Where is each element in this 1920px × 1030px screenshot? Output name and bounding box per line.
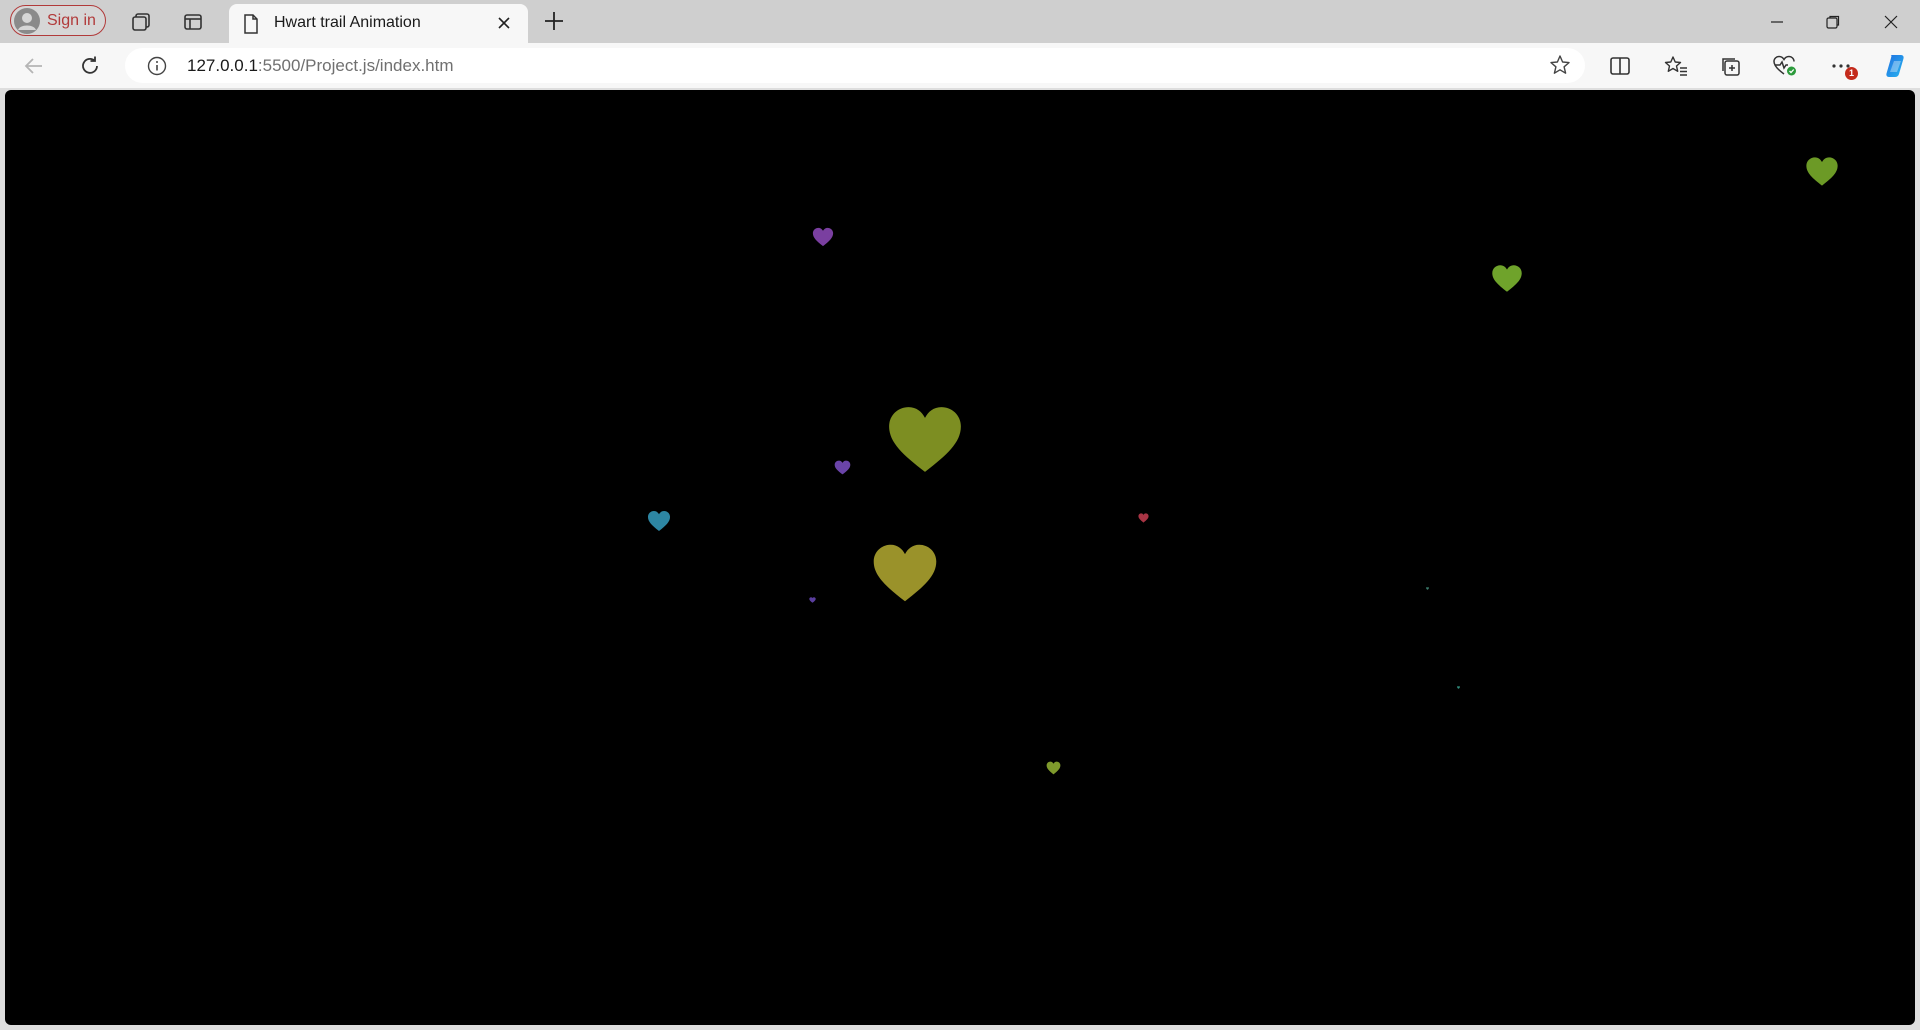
restore-button[interactable] xyxy=(1820,9,1846,35)
heart-shape xyxy=(1457,676,1460,689)
minimize-icon xyxy=(1771,21,1783,23)
notification-badge: 1 xyxy=(1845,67,1858,80)
close-icon[interactable] xyxy=(497,16,511,30)
heart-shape xyxy=(834,460,851,475)
restore-icon xyxy=(1826,15,1840,29)
close-icon xyxy=(1884,15,1898,29)
heart-shape xyxy=(871,542,939,604)
split-screen-icon xyxy=(1610,57,1630,75)
address-bar[interactable]: 127.0.0.1:5500/Project.js/index.htm xyxy=(125,48,1585,83)
close-window-button[interactable] xyxy=(1878,9,1904,35)
minimize-button[interactable] xyxy=(1764,9,1790,35)
heart-shape xyxy=(1426,577,1429,590)
heart-shape xyxy=(1046,761,1061,775)
refresh-icon xyxy=(82,56,98,74)
browser-essentials-button[interactable] xyxy=(1770,51,1800,81)
tab-strip: Sign in Hwart trail Animation xyxy=(0,0,1920,43)
document-icon xyxy=(244,14,258,34)
favorites-icon xyxy=(1664,56,1687,76)
more-button[interactable]: 1 xyxy=(1826,51,1858,81)
vertical-tabs-icon xyxy=(184,14,202,30)
arrow-left-icon xyxy=(24,58,42,74)
url-path: :5500/Project.js/index.htm xyxy=(257,56,454,75)
favorites-button[interactable] xyxy=(1661,51,1691,81)
back-button[interactable] xyxy=(19,51,49,81)
plus-icon[interactable] xyxy=(541,8,567,34)
tab-title: Hwart trail Animation xyxy=(274,14,421,31)
heart-shape xyxy=(812,227,834,247)
workspaces-icon xyxy=(132,13,150,31)
heart-pulse-icon xyxy=(1773,55,1796,76)
person-icon xyxy=(14,7,40,34)
split-screen-button[interactable] xyxy=(1605,51,1635,81)
refresh-button[interactable] xyxy=(75,51,105,81)
url-text[interactable]: 127.0.0.1:5500/Project.js/index.htm xyxy=(187,56,454,76)
url-host: 127.0.0.1 xyxy=(187,56,258,75)
workspaces-button[interactable] xyxy=(127,8,155,36)
tab-active[interactable]: Hwart trail Animation xyxy=(229,4,528,43)
heart-shape xyxy=(647,510,671,532)
heart-shape xyxy=(1138,510,1149,523)
star-icon[interactable] xyxy=(1549,54,1571,76)
sign-in-button[interactable]: Sign in xyxy=(10,5,106,36)
copilot-button[interactable] xyxy=(1880,51,1910,81)
info-icon[interactable] xyxy=(147,56,167,76)
collections-button[interactable] xyxy=(1715,51,1745,81)
heart-shape xyxy=(1491,264,1523,293)
heart-shape xyxy=(1805,156,1839,187)
sign-in-label: Sign in xyxy=(47,11,96,29)
heart-shape xyxy=(886,404,964,475)
heart-shape xyxy=(809,590,816,603)
animation-canvas[interactable] xyxy=(5,90,1915,1025)
browser-toolbar: 127.0.0.1:5500/Project.js/index.htm 1 xyxy=(0,43,1920,88)
copilot-icon xyxy=(1886,55,1904,77)
collections-icon xyxy=(1722,58,1740,76)
vertical-tabs-button[interactable] xyxy=(179,8,207,36)
